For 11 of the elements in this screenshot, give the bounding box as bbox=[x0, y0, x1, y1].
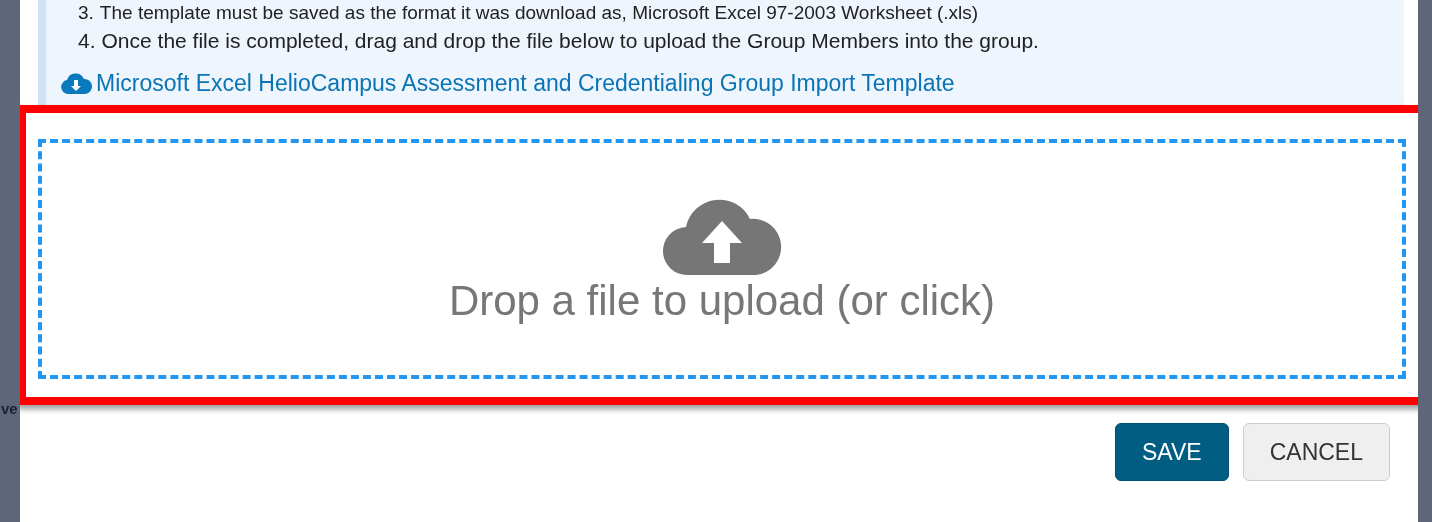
step-text: Once the file is completed, drag and drop the file below to upload the Group Members into the group. bbox=[101, 28, 1039, 54]
step-number: 3. bbox=[78, 1, 94, 25]
step-text: The template must be saved as the format it was download as, Microsoft Excel 97-2003 Worksheet (.xls) bbox=[99, 1, 979, 25]
cancel-button[interactable]: CANCEL bbox=[1242, 423, 1390, 481]
template-download-link[interactable]: Microsoft Excel HelioCampus Assessment and Credentialing Group Import Template bbox=[60, 70, 1404, 97]
step-number: 4. bbox=[78, 28, 96, 54]
cloud-download-icon bbox=[60, 71, 92, 96]
file-dropzone[interactable]: Drop a file to upload (or click) bbox=[38, 139, 1406, 379]
background-text: ve bbox=[1, 400, 18, 417]
save-button[interactable]: SAVE bbox=[1115, 423, 1229, 481]
dropzone-label: Drop a file to upload (or click) bbox=[448, 277, 996, 325]
